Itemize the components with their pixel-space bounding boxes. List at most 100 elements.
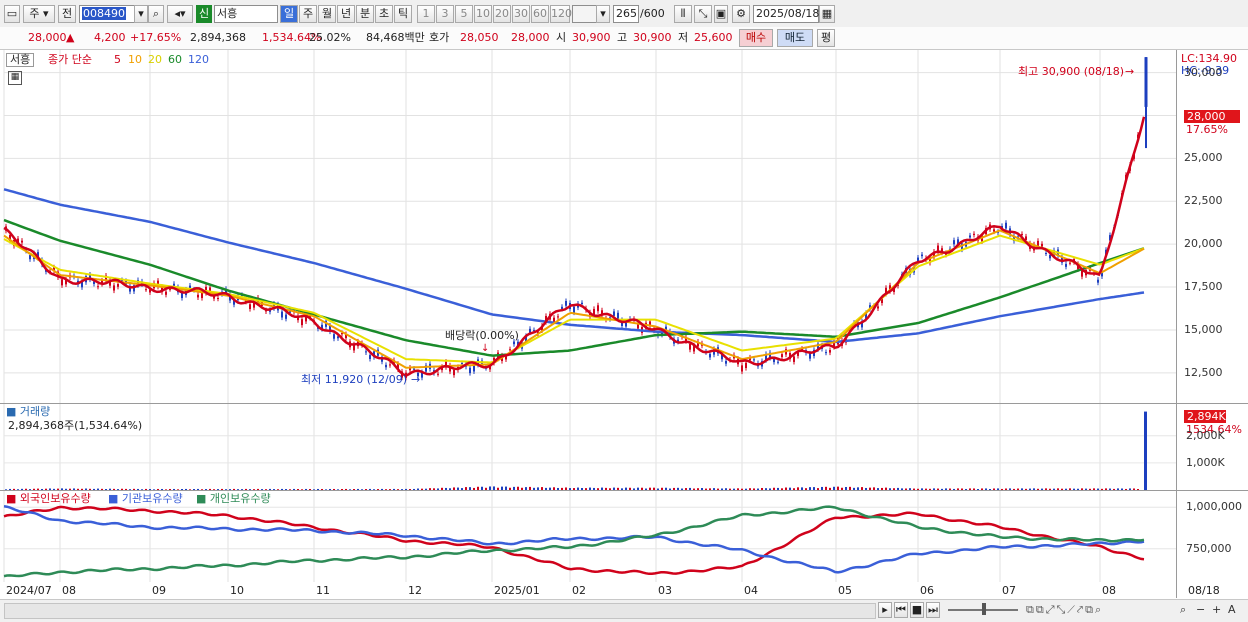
- high-price: 30,900: [633, 31, 672, 44]
- period-tick-button[interactable]: 틱: [394, 5, 412, 23]
- interval-10-button[interactable]: 10: [474, 5, 492, 23]
- x-axis-label: 10: [230, 584, 244, 597]
- x-axis-label: 04: [744, 584, 758, 597]
- volume-readout: 2,894,368주(1,534.64%): [8, 419, 143, 432]
- candle-body: [413, 368, 415, 370]
- buy-button[interactable]: 매수: [739, 29, 773, 47]
- scroll-track[interactable]: [4, 603, 876, 619]
- candle-body: [197, 294, 199, 298]
- candle-body: [461, 362, 463, 364]
- chart-name-tab[interactable]: 서흥: [6, 53, 35, 67]
- drawing-tools-icon[interactable]: ⧉⧉⤢⤡⟋⤤⧉⌕: [1026, 603, 1103, 617]
- stock-name-field[interactable]: 서흥: [214, 5, 278, 23]
- x-axis-label: 11: [316, 584, 330, 597]
- interval-3-button[interactable]: 3: [436, 5, 454, 23]
- x-axis-label: 2024/07: [6, 584, 52, 597]
- volume-bars: [5, 411, 1147, 490]
- avg-button[interactable]: 평: [817, 29, 835, 47]
- period-year-button[interactable]: 년: [337, 5, 355, 23]
- interval-dropdown-icon[interactable]: ▾: [596, 5, 610, 23]
- low-arrow-icon: →: [411, 373, 421, 386]
- calendar-icon[interactable]: ▦: [819, 5, 835, 23]
- candle-body: [637, 324, 639, 329]
- candle-body: [509, 349, 511, 351]
- panel-divider[interactable]: [0, 403, 1248, 404]
- legend-institution-text: 기관보유수량: [121, 492, 183, 505]
- ma-line-10: [3, 229, 1145, 369]
- period-minute-button[interactable]: 분: [356, 5, 374, 23]
- gear-icon[interactable]: ⚙: [732, 5, 750, 23]
- period-second-button[interactable]: 초: [375, 5, 393, 23]
- interval-120-button[interactable]: 120: [550, 5, 572, 23]
- candle-body: [793, 356, 795, 362]
- stop-icon[interactable]: ■: [910, 602, 924, 618]
- x-axis-label: 02: [572, 584, 586, 597]
- interval-60-button[interactable]: 60: [531, 5, 549, 23]
- last-volume-bar: [1144, 411, 1147, 490]
- current-price-tag: 28,000: [1184, 110, 1240, 123]
- candle-body: [745, 362, 747, 369]
- period-month-button[interactable]: 월: [318, 5, 336, 23]
- date-input[interactable]: 2025/08/18: [753, 5, 819, 23]
- stock-code-value: 008490: [82, 7, 126, 20]
- candle-body: [1049, 254, 1051, 259]
- holding-tick-label: 1,000,000: [1186, 500, 1242, 514]
- interval-20-button[interactable]: 20: [493, 5, 511, 23]
- interval-30-button[interactable]: 30: [512, 5, 530, 23]
- chart-canvas[interactable]: [0, 50, 1248, 598]
- sell-button[interactable]: 매도: [777, 29, 813, 47]
- turnover-percent: 25.02%: [309, 31, 351, 44]
- price-candles: [5, 57, 1148, 381]
- trade-value: 84,468백만: [366, 31, 425, 44]
- candle-body: [145, 289, 147, 291]
- text-size-icon[interactable]: A: [1228, 603, 1236, 617]
- table-icon[interactable]: ▦: [8, 71, 22, 85]
- candle-body: [165, 291, 167, 295]
- candle-body: [709, 353, 711, 358]
- candle-body: [753, 359, 755, 361]
- x-axis-label: 07: [1002, 584, 1016, 597]
- prev-button[interactable]: 전: [58, 5, 76, 23]
- chart-scrollbar[interactable]: ▸ ⏮ ■ ⏭ ⧉⧉⤢⤡⟋⤤⧉⌕ ⌕ − + A: [0, 599, 1248, 622]
- credit-badge: 신: [196, 5, 212, 23]
- count-input[interactable]: 265: [613, 5, 639, 23]
- price-tick-label: 20,000: [1184, 237, 1223, 251]
- candle-body: [553, 317, 555, 322]
- market-dropdown[interactable]: 주 ▾: [23, 5, 55, 23]
- chart-name-label: 서흥: [10, 53, 31, 66]
- stock-code-input[interactable]: 008490: [79, 5, 135, 23]
- interval-5-button[interactable]: 5: [455, 5, 473, 23]
- candle-body: [741, 365, 743, 372]
- plus-icon[interactable]: +: [1212, 603, 1221, 617]
- candle-body: [773, 358, 775, 363]
- candle-body: [1021, 233, 1023, 235]
- candle-body: [809, 353, 811, 359]
- period-week-button[interactable]: 주: [299, 5, 317, 23]
- x-axis-label: 06: [920, 584, 934, 597]
- code-dropdown-icon[interactable]: ▾: [134, 5, 148, 23]
- minus-icon[interactable]: −: [1196, 603, 1205, 617]
- count-total: /600: [640, 7, 665, 20]
- fast-forward-icon[interactable]: ⏭: [926, 602, 940, 618]
- panel-divider[interactable]: [0, 490, 1248, 491]
- draw-tool-icon[interactable]: ⤡: [694, 5, 712, 23]
- candle-body: [565, 301, 567, 306]
- chart-settings-icon[interactable]: ▭: [4, 5, 20, 23]
- holding-line-1: [3, 505, 1145, 574]
- zoom-slider-handle[interactable]: [982, 603, 986, 615]
- rewind-icon[interactable]: ⏮: [894, 602, 908, 618]
- change-value: 4,200: [94, 31, 126, 44]
- candle-body: [333, 334, 335, 339]
- period-day-button[interactable]: 일: [280, 5, 298, 23]
- sound-icon[interactable]: ◂▾: [167, 5, 193, 23]
- zoom-out-icon[interactable]: ⌕: [1180, 603, 1186, 617]
- scroll-right-icon[interactable]: ▸: [878, 602, 892, 618]
- candle-style-icon[interactable]: ⫴: [674, 5, 692, 23]
- candle-body: [21, 240, 23, 243]
- bid-label: 호가: [429, 31, 450, 44]
- interval-1-button[interactable]: 1: [417, 5, 435, 23]
- save-icon[interactable]: ▣: [714, 5, 728, 23]
- candle-body: [613, 311, 615, 316]
- candle-body: [385, 364, 387, 368]
- search-icon[interactable]: ⌕: [148, 5, 164, 23]
